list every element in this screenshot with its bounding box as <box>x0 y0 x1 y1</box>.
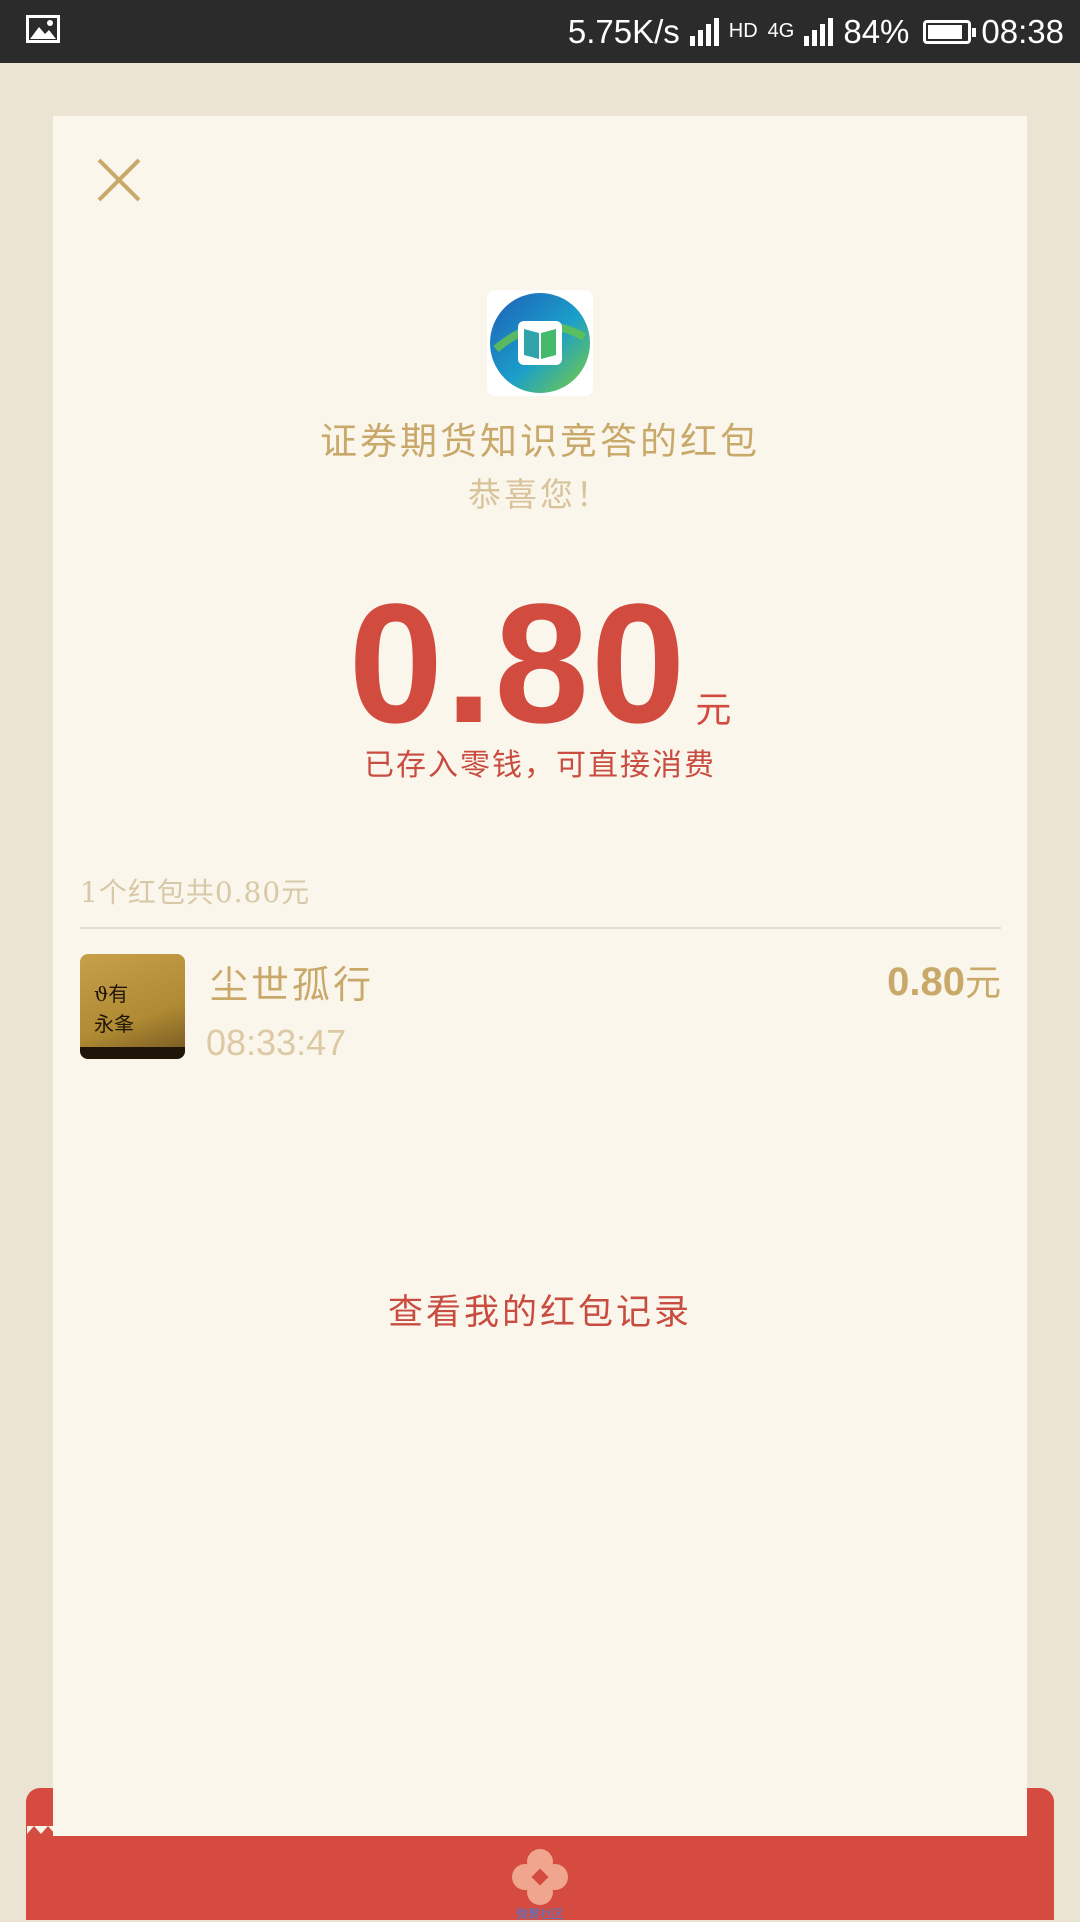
item-amount-unit: 元 <box>964 963 1001 1004</box>
battery-icon <box>923 19 977 44</box>
image-icon <box>26 13 60 51</box>
hd-badge: HD <box>728 20 758 42</box>
status-bar: 5.75K/s HD 4G 84% 08:38 <box>0 0 1080 63</box>
packet-title: 证券期货知识竞答的红包 <box>320 420 760 463</box>
received-time: 08:33:47 <box>206 1022 347 1063</box>
packet-summary: 1个红包共0.80元 <box>80 876 311 909</box>
flower-icon <box>512 1849 568 1905</box>
close-button[interactable] <box>91 152 147 208</box>
red-packet-card: 证券期货知识竞答的红包 恭喜您！ 0.80 元 已存入零钱，可直接消费 1个红包共… <box>53 116 1027 1836</box>
network-type: 4G <box>767 20 795 42</box>
app-logo-icon <box>490 293 590 393</box>
item-amount: 0.80元 <box>887 954 1001 1006</box>
view-records-link[interactable]: 查看我的红包记录 <box>53 1284 1027 1335</box>
divider <box>80 927 1001 929</box>
sender-name: 尘世孤行 <box>210 963 375 1007</box>
app-logo <box>487 290 593 396</box>
footer-label: 微聚社区 <box>515 1907 564 1921</box>
item-amount-value: 0.80 <box>887 960 965 1004</box>
signal-icon-2 <box>804 17 834 46</box>
saved-note: 已存入零钱，可直接消费 <box>364 748 716 783</box>
congrats-text: 恭喜您！ <box>468 475 612 514</box>
list-item[interactable]: ϑ有 永夆 尘世孤行 08:33:47 0.80元 <box>80 954 1001 1064</box>
avatar: ϑ有 永夆 <box>80 954 185 1059</box>
clock: 08:38 <box>981 12 1064 50</box>
amount-display: 0.80 元 <box>53 566 1027 762</box>
signal-icon <box>689 17 719 46</box>
amount-value: 0.80 <box>348 569 688 759</box>
amount-unit: 元 <box>695 690 732 731</box>
close-icon <box>97 158 141 202</box>
battery-percent: 84% <box>843 12 910 50</box>
zigzag-edge <box>27 1826 1001 1834</box>
network-speed: 5.75K/s <box>567 12 680 50</box>
